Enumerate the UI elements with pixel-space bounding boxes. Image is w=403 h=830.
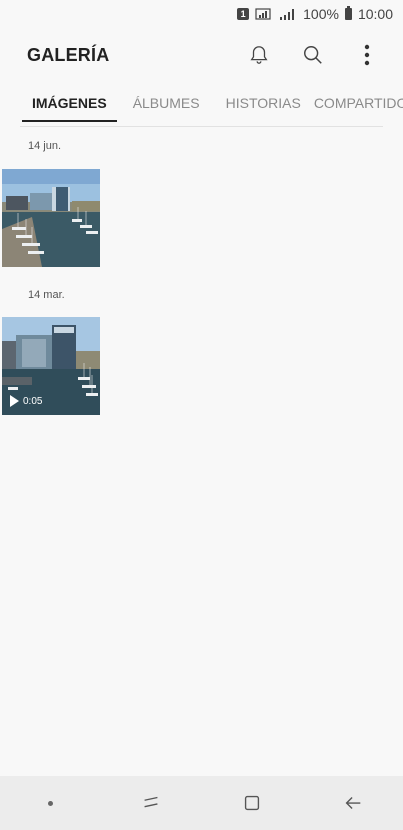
back-button[interactable] <box>335 785 371 821</box>
wifi-signal-icon <box>255 8 271 20</box>
tab-shared[interactable]: COMPARTIDO <box>314 88 403 121</box>
more-vert-icon <box>364 44 370 66</box>
cell-signal-icon <box>280 9 295 20</box>
home-button[interactable] <box>234 785 270 821</box>
date-header: 14 jun. <box>28 140 62 152</box>
back-icon <box>345 797 360 809</box>
home-icon <box>244 795 259 811</box>
system-navigation-bar <box>0 776 403 830</box>
date-header: 14 mar. <box>28 289 65 301</box>
harbor-photo <box>2 169 100 267</box>
more-options-button[interactable] <box>349 37 385 73</box>
app-bar: GALERÍA <box>0 28 403 82</box>
search-icon <box>304 46 322 64</box>
app-bar-actions <box>241 37 385 73</box>
search-button[interactable] <box>295 37 331 73</box>
clock: 10:00 <box>357 6 393 22</box>
recents-button[interactable] <box>133 785 169 821</box>
sim-indicator: 1 <box>237 8 250 20</box>
tab-bar: IMÁGENES ÁLBUMES HISTORIAS COMPARTIDO <box>20 88 403 127</box>
video-duration-badge: 0:05 <box>10 395 42 407</box>
tab-images[interactable]: IMÁGENES <box>22 88 117 122</box>
nav-dot-button[interactable] <box>32 785 68 821</box>
battery-icon <box>344 6 352 20</box>
notifications-button[interactable] <box>241 37 277 73</box>
tab-stories[interactable]: HISTORIAS <box>226 88 301 121</box>
video-duration: 0:05 <box>23 395 43 407</box>
play-icon <box>10 395 19 407</box>
page-title: GALERÍA <box>27 44 110 65</box>
dot-icon <box>47 800 53 806</box>
tab-albums[interactable]: ÁLBUMES <box>133 88 200 121</box>
image-thumbnail[interactable] <box>2 169 100 267</box>
bell-icon <box>250 46 268 64</box>
battery-percent: 100% <box>303 6 339 22</box>
video-thumbnail[interactable]: 0:05 <box>2 317 100 415</box>
recents-icon <box>144 796 158 808</box>
status-bar: 1 100% 10:00 <box>0 0 403 28</box>
